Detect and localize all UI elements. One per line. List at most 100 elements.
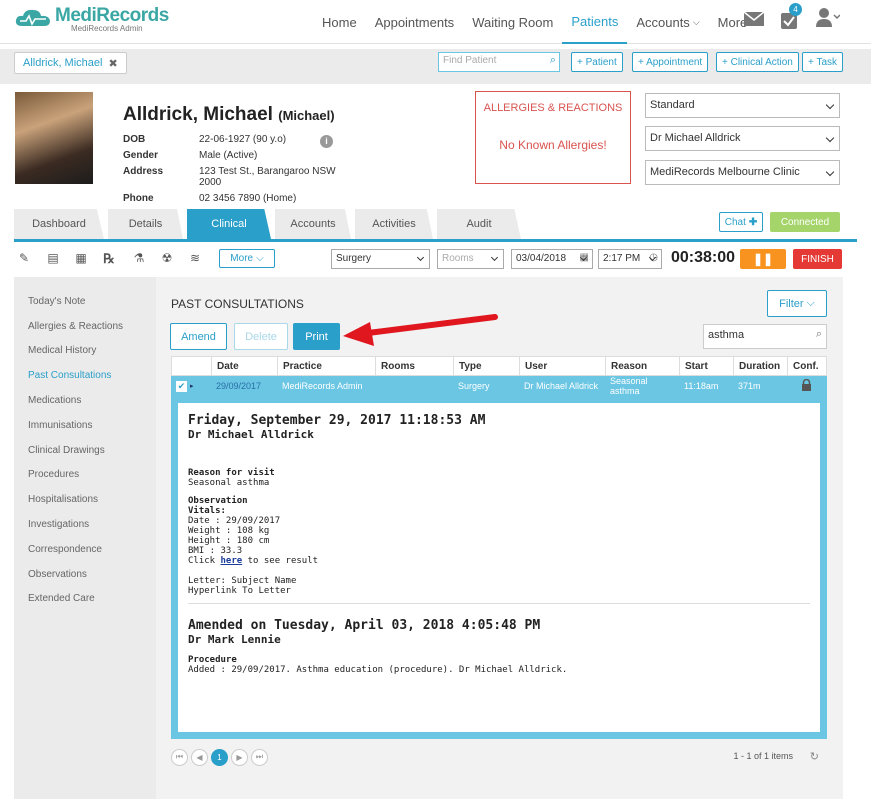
find-patient-input[interactable]: Find Patient ⌕	[438, 52, 560, 72]
add-patient-button[interactable]: + Patient	[571, 52, 623, 72]
add-task-button[interactable]: + Task	[802, 52, 843, 72]
filter-label: Filter	[779, 297, 804, 310]
user-icon[interactable]	[816, 7, 840, 27]
tab-activities[interactable]: Activities	[355, 209, 433, 239]
add-appointment-button[interactable]: + Appointment	[632, 52, 709, 72]
chat-button[interactable]: Chat ✚	[719, 212, 763, 232]
sidebar-item-immunisations[interactable]: Immunisations	[14, 413, 156, 438]
col-conf[interactable]: Conf.	[788, 357, 826, 375]
consult-heading: Friday, September 29, 2017 11:18:53 AM	[188, 413, 486, 428]
sidebar-item-clinical-drawings[interactable]: Clinical Drawings	[14, 438, 156, 463]
sidebar-item-hospitalisations[interactable]: Hospitalisations	[14, 487, 156, 512]
print-button[interactable]: Print	[293, 323, 340, 350]
col-date[interactable]: Date	[212, 357, 278, 375]
nav-waiting-room[interactable]: Waiting Room	[463, 0, 562, 44]
tab-dashboard[interactable]: Dashboard	[14, 209, 104, 239]
tab-audit[interactable]: Audit	[437, 209, 521, 239]
checkbox-checked-icon[interactable]: ✔	[176, 380, 187, 392]
col-start[interactable]: Start	[680, 357, 734, 375]
info-icon[interactable]: i	[320, 135, 333, 148]
finish-button[interactable]: FINISH	[793, 249, 842, 269]
sidebar-item-medications[interactable]: Medications	[14, 388, 156, 413]
add-clinical-action-button[interactable]: + Clinical Action	[716, 52, 799, 72]
result-link[interactable]: here	[221, 556, 243, 566]
nav-appointments[interactable]: Appointments	[366, 0, 464, 44]
last-page-icon[interactable]: ⏭	[251, 748, 268, 766]
more-button[interactable]: More ⌵	[219, 249, 275, 268]
billing-select[interactable]: Standard	[645, 93, 840, 118]
cell-reason: Seasonal asthma	[610, 376, 648, 396]
prev-page-icon[interactable]: ◀	[191, 748, 208, 766]
sidebar-item-todays-note[interactable]: Today's Note	[14, 289, 156, 314]
nav-more-label: More	[717, 14, 748, 30]
patient-tab-label: Alldrick, Michael	[23, 57, 103, 69]
rooms-select[interactable]: Rooms	[437, 249, 504, 269]
lock-icon[interactable]	[787, 378, 825, 393]
past-consultations-panel: PAST CONSULTATIONS Filter ⌵ Amend Delete …	[156, 277, 843, 799]
tab-accounts[interactable]: Accounts	[275, 209, 351, 239]
sidebar-item-medical-history[interactable]: Medical History	[14, 339, 156, 364]
prescription-icon[interactable]: ℞	[102, 251, 116, 267]
sidebar-item-correspondence[interactable]: Correspondence	[14, 537, 156, 562]
procedure-value: Added : 29/09/2017. Asthma education (pr…	[188, 665, 568, 675]
col-reason[interactable]: Reason	[606, 357, 680, 375]
nav-accounts[interactable]: Accounts ⌵	[627, 0, 708, 44]
doctor-select[interactable]: Dr Michael Alldrick	[645, 126, 840, 151]
amended-heading: Amended on Tuesday, April 03, 2018 4:05:…	[188, 618, 541, 633]
search-input[interactable]: asthma ⌕	[703, 324, 827, 349]
logo[interactable]: MediRecords MediRecords Admin	[14, 6, 169, 33]
clinic-select[interactable]: MediRecords Melbourne Clinic	[645, 160, 840, 185]
next-page-icon[interactable]: ▶	[231, 748, 248, 766]
sidebar-item-investigations[interactable]: Investigations	[14, 512, 156, 537]
location-select[interactable]: Surgery	[331, 249, 430, 269]
filter-button[interactable]: Filter ⌵	[767, 290, 827, 317]
patient-photo	[15, 92, 93, 184]
sidebar-item-procedures[interactable]: Procedures	[14, 463, 156, 488]
address-label: Address	[123, 166, 164, 177]
consult-doctor: Dr Michael Alldrick	[188, 428, 314, 441]
col-rooms[interactable]: Rooms	[376, 357, 454, 375]
first-page-icon[interactable]: ⏮	[171, 748, 188, 766]
divider	[188, 596, 810, 604]
time-field[interactable]: 2:17 PM ◷	[598, 249, 662, 269]
expand-arrow-icon[interactable]: ▸	[190, 382, 194, 390]
document-edit-icon[interactable]: ▤	[46, 251, 60, 267]
notes-icon[interactable]: ✎	[17, 251, 31, 267]
find-patient-placeholder: Find Patient	[443, 55, 497, 66]
page-number[interactable]: 1	[211, 748, 228, 766]
pause-button[interactable]: ❚❚	[740, 249, 786, 269]
col-duration[interactable]: Duration	[734, 357, 788, 375]
col-practice[interactable]: Practice	[278, 357, 376, 375]
refresh-icon[interactable]: ↻	[810, 750, 819, 763]
amend-button[interactable]: Amend	[170, 323, 227, 350]
sidebar-item-past-consultations[interactable]: Past Consultations	[14, 363, 156, 388]
search-icon: ⌕	[549, 54, 556, 66]
cell-start: 11:18am	[684, 381, 719, 391]
clock-icon: ◷	[649, 252, 658, 263]
close-icon[interactable]: ✖	[108, 57, 117, 70]
layers-icon[interactable]: ≋	[188, 251, 202, 267]
col-user[interactable]: User	[520, 357, 606, 375]
chevron-down-icon: ⌵	[256, 253, 264, 264]
sidebar-item-allergies[interactable]: Allergies & Reactions	[14, 314, 156, 339]
nav-patients[interactable]: Patients	[562, 0, 628, 44]
sidebar-item-extended-care[interactable]: Extended Care	[14, 587, 156, 612]
radiation-icon[interactable]: ☢	[160, 251, 174, 267]
cell-duration: 371m	[738, 381, 761, 391]
document-icon[interactable]: ▦	[74, 251, 88, 267]
patient-tab[interactable]: Alldrick, Michael ✖	[14, 52, 127, 74]
delete-button[interactable]: Delete	[234, 323, 288, 350]
sidebar-item-observations[interactable]: Observations	[14, 562, 156, 587]
allergies-panel[interactable]: ALLERGIES & REACTIONS No Known Allergies…	[475, 91, 631, 184]
row-select: ✔ ▸	[171, 380, 211, 392]
tab-details[interactable]: Details	[108, 209, 183, 239]
lab-flask-icon[interactable]: ⚗	[132, 251, 146, 267]
date-field[interactable]: 03/04/2018 ▦	[511, 249, 593, 269]
tasks-button[interactable]: 4	[780, 3, 802, 29]
table-row[interactable]: ✔ ▸ 29/09/2017 MediRecords Admin Surgery…	[171, 376, 827, 396]
mail-icon[interactable]	[744, 12, 764, 26]
patient-bar: Alldrick, Michael ✖ Find Patient ⌕ + Patie…	[0, 49, 871, 84]
tab-clinical[interactable]: Clinical	[187, 209, 271, 239]
nav-home[interactable]: Home	[313, 0, 366, 44]
col-type[interactable]: Type	[454, 357, 520, 375]
